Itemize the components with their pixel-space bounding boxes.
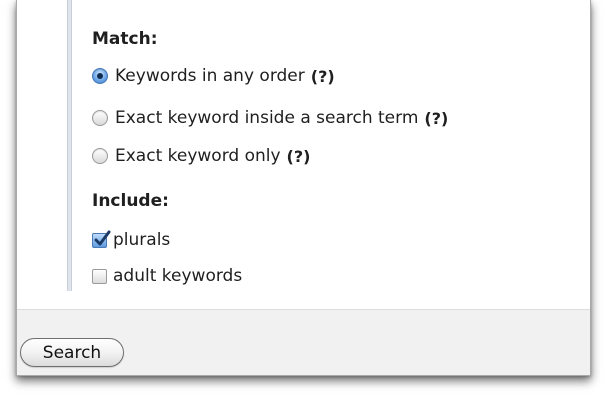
- match-option-label: Exact keyword only: [115, 146, 281, 166]
- help-link[interactable]: (?): [311, 67, 335, 86]
- checkbox-adult-keywords[interactable]: [92, 268, 107, 284]
- match-option-exact-only[interactable]: Exact keyword only (?): [92, 143, 310, 169]
- radio-inside-term[interactable]: [92, 110, 108, 126]
- search-button[interactable]: Search: [20, 338, 124, 367]
- help-link[interactable]: (?): [424, 109, 448, 128]
- match-heading: Match:: [92, 29, 158, 49]
- match-option-any-order[interactable]: Keywords in any order (?): [92, 63, 335, 89]
- options-section: Match: Keywords in any order (?) Exact k…: [17, 0, 590, 309]
- include-option-label: plurals: [113, 230, 171, 250]
- match-option-label: Exact keyword inside a search term: [115, 108, 419, 128]
- match-option-label: Keywords in any order: [115, 66, 305, 86]
- checkbox-plurals[interactable]: [92, 230, 111, 248]
- search-options-panel: Match: Keywords in any order (?) Exact k…: [16, 0, 591, 376]
- include-heading: Include:: [92, 191, 169, 211]
- include-option-plurals[interactable]: plurals: [92, 227, 170, 253]
- help-link[interactable]: (?): [287, 147, 311, 166]
- include-option-label: adult keywords: [113, 266, 243, 286]
- checkmark-icon: [94, 230, 111, 245]
- match-option-inside-term[interactable]: Exact keyword inside a search term (?): [92, 105, 448, 131]
- include-option-adult-keywords[interactable]: adult keywords: [92, 263, 242, 289]
- radio-exact-only[interactable]: [92, 148, 108, 164]
- radio-any-order[interactable]: [92, 68, 108, 84]
- section-indent-rule: [67, 0, 72, 291]
